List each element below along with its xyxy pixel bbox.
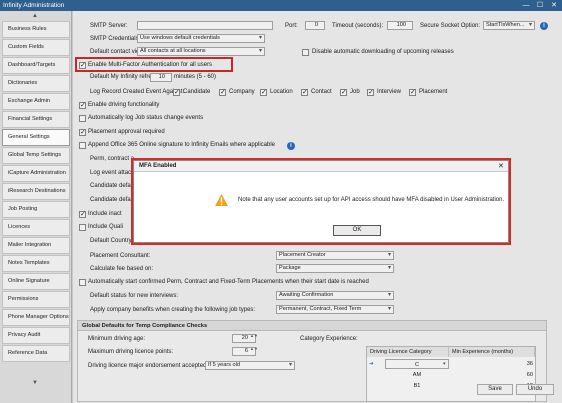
settings-panel: SMTP Server: Port: 0 Timeout (seconds): … (73, 11, 562, 403)
maximize-button[interactable]: ☐ (534, 0, 546, 11)
sidebar-item-icapture-administration[interactable]: iCapture Administration (2, 165, 70, 182)
dialog-highlight-box (131, 158, 511, 245)
minimize-button[interactable]: — (520, 0, 532, 11)
sidebar-item-financial-settings[interactable]: Financial Settings (2, 111, 70, 128)
sidebar-item-reference-data[interactable]: Reference Data (2, 345, 70, 362)
scroll-down-icon[interactable]: ▼ (32, 380, 38, 386)
sidebar-item-dictionaries[interactable]: Dictionaries (2, 75, 70, 92)
save-button[interactable]: Save (477, 384, 513, 395)
scroll-up-icon[interactable]: ▲ (32, 13, 38, 19)
sidebar-item-exchange-admin[interactable]: Exchange Admin (2, 93, 70, 110)
sidebar-item-permissions[interactable]: Permissions (2, 291, 70, 308)
sidebar-item-iresearch-destinations[interactable]: iResearch Destinations (2, 183, 70, 200)
sidebar-item-licences[interactable]: Licences (2, 219, 70, 236)
sidebar-item-phone-manager-options[interactable]: Phone Manager Options (2, 309, 70, 326)
close-window-button[interactable]: ✕ (548, 0, 560, 11)
sidebar-item-online-signature[interactable]: Online Signature (2, 273, 70, 290)
sidebar-item-general-settings[interactable]: General Settings (2, 129, 70, 146)
sidebar-item-privacy-audit[interactable]: Privacy Audit (2, 327, 70, 344)
sidebar-item-business-rules[interactable]: Business Rules (2, 21, 70, 38)
sidebar-item-notes-templates[interactable]: Notes Templates (2, 255, 70, 272)
sidebar-item-mailer-integration[interactable]: Mailer Integration (2, 237, 70, 254)
window-title: Infinity Administration (0, 0, 562, 11)
sidebar-item-job-posting[interactable]: Job Posting (2, 201, 70, 218)
sidebar-item-global-temp-settings[interactable]: Global Temp Settings (2, 147, 70, 164)
sidebar-item-dashboard-targets[interactable]: Dashboard/Targets (2, 57, 70, 74)
sidebar: ▲ Business Rules Custom Fields Dashboard… (0, 11, 72, 403)
undo-button[interactable]: Undo (516, 384, 554, 395)
sidebar-item-custom-fields[interactable]: Custom Fields (2, 39, 70, 56)
